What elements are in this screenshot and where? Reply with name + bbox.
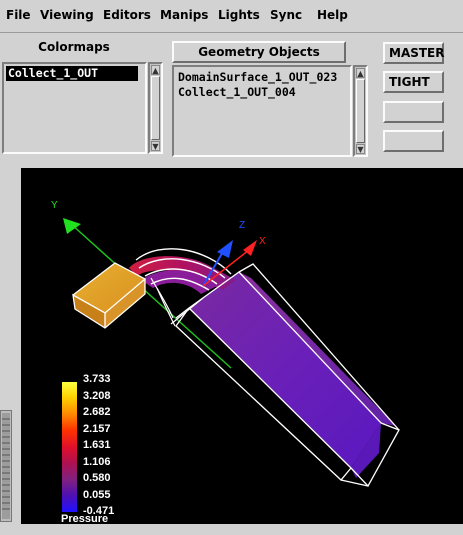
straight-pipe <box>189 272 396 478</box>
z-axis-arrow-icon <box>217 240 233 258</box>
scroll-down-arrow-icon[interactable]: ▼ <box>356 144 365 154</box>
thumbwheel-left[interactable] <box>0 410 12 522</box>
menu-help[interactable]: Help <box>317 8 348 22</box>
menu-editors[interactable]: Editors <box>103 8 151 22</box>
pressure-legend: 3.733 3.208 2.682 2.157 1.631 1.106 0.58… <box>61 373 114 524</box>
scroll-up-arrow-icon[interactable]: ▲ <box>151 65 160 75</box>
master-button[interactable]: MASTER <box>383 42 445 64</box>
blank-button-2[interactable] <box>383 130 444 152</box>
legend-tick: 1.106 <box>83 456 111 468</box>
menu-file[interactable]: File <box>6 8 31 22</box>
scroll-thumb[interactable] <box>151 76 160 140</box>
colormaps-list[interactable]: Collect_1_OUT <box>2 62 147 154</box>
legend-tick: 3.733 <box>83 373 111 385</box>
menu-viewing[interactable]: Viewing <box>40 8 94 22</box>
colormap-item-selected[interactable]: Collect_1_OUT <box>6 66 138 81</box>
y-axis-label: Y <box>51 200 58 211</box>
legend-tick: 1.631 <box>83 439 111 451</box>
colormaps-title: Colormaps <box>38 40 110 54</box>
blank-button-1[interactable] <box>383 101 444 123</box>
legend-tick: 2.157 <box>83 423 111 435</box>
legend-colorbar <box>62 382 77 512</box>
menu-manips[interactable]: Manips <box>160 8 208 22</box>
y-axis-arrow-icon <box>63 218 81 234</box>
menu-sync[interactable]: Sync <box>270 8 302 22</box>
legend-title: Pressure <box>61 513 108 524</box>
3d-viewport[interactable]: Y Z X 3.733 3.208 2.682 2.157 1.631 1.10… <box>21 168 463 524</box>
scroll-down-arrow-icon[interactable]: ▼ <box>151 141 160 151</box>
legend-tick: 0.580 <box>83 472 111 484</box>
bottom-strip <box>0 524 463 535</box>
scroll-thumb[interactable] <box>356 79 365 143</box>
legend-tick: 2.682 <box>83 406 111 418</box>
menu-lights[interactable]: Lights <box>218 8 260 22</box>
x-axis-label: X <box>259 236 266 247</box>
geometry-objects-title[interactable]: Geometry Objects <box>172 41 346 63</box>
scene-svg: Y Z X 3.733 3.208 2.682 2.157 1.631 1.10… <box>51 200 400 524</box>
geometry-scrollbar[interactable]: ▲ ▼ <box>353 65 368 157</box>
legend-tick: 3.208 <box>83 390 111 402</box>
z-axis-label: Z <box>239 220 245 231</box>
menubar: File Viewing Editors Manips Lights Sync … <box>0 0 463 33</box>
scroll-up-arrow-icon[interactable]: ▲ <box>356 68 365 78</box>
geometry-item[interactable]: DomainSurface_1_OUT_023 <box>178 70 350 85</box>
geometry-list[interactable]: DomainSurface_1_OUT_023 Collect_1_OUT_00… <box>172 65 352 157</box>
tight-button[interactable]: TIGHT <box>383 71 444 93</box>
colormaps-scrollbar[interactable]: ▲ ▼ <box>148 62 163 154</box>
geometry-item[interactable]: Collect_1_OUT_004 <box>178 85 350 100</box>
legend-tick: 0.055 <box>83 489 111 501</box>
inlet-block <box>72 262 147 329</box>
